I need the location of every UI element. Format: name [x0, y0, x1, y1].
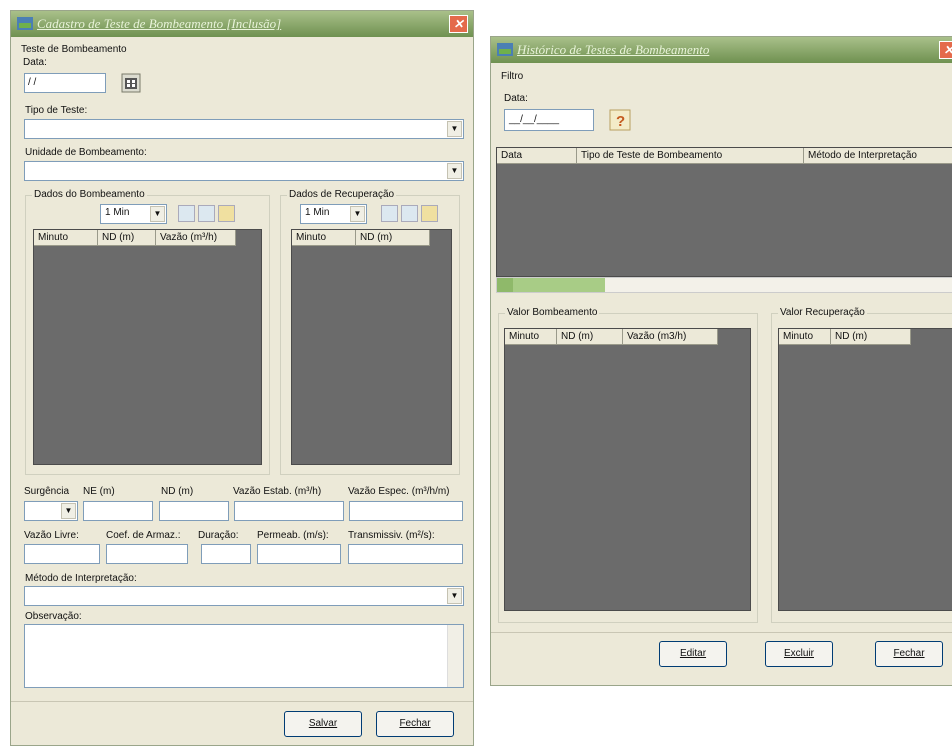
scroll-left-icon[interactable] [497, 278, 513, 292]
vazao-espec-field[interactable] [349, 501, 463, 521]
chevron-down-icon[interactable]: ▼ [61, 503, 76, 519]
delete-button[interactable]: Excluir [765, 641, 833, 667]
pumping-unit-label: Unidade de Bombeamento: [25, 147, 147, 158]
date-label: Data: [23, 57, 47, 68]
window-title: Cadastro de Teste de Bombeamento [Inclus… [37, 16, 282, 31]
edit-button[interactable]: Editar [659, 641, 727, 667]
chart-icon[interactable] [421, 205, 438, 222]
add-row-icon[interactable] [178, 205, 195, 222]
observation-label: Observação: [25, 611, 82, 622]
table-header: Minuto ND (m) Vazão (m3/h) [505, 329, 718, 345]
divider [11, 701, 473, 702]
title-bar[interactable]: Histórico de Testes de Bombeamento ✕ [491, 37, 952, 63]
scroll-thumb[interactable] [513, 278, 605, 292]
test-type-select[interactable]: ▼ [24, 119, 464, 139]
vazao-livre-field[interactable] [24, 544, 100, 564]
save-button[interactable]: Salvar [284, 711, 362, 737]
chevron-down-icon[interactable]: ▼ [350, 206, 365, 222]
chevron-down-icon[interactable]: ▼ [447, 163, 462, 179]
recovery-interval-select[interactable]: 1 Min ▼ [300, 204, 367, 224]
vazao-estab-field[interactable] [234, 501, 344, 521]
vazao-estab-label: Vazão Estab. (m³/h) [233, 486, 322, 497]
chart-icon[interactable] [218, 205, 235, 222]
transmissiv-field[interactable] [348, 544, 463, 564]
ne-label: NE (m) [83, 486, 115, 497]
chevron-down-icon[interactable]: ▼ [150, 206, 165, 222]
permeab-label: Permeab. (m/s): [257, 530, 329, 541]
scrollbar[interactable] [447, 625, 463, 687]
filter-label: Filtro [501, 71, 524, 82]
vazao-livre-label: Vazão Livre: [24, 530, 79, 541]
horizontal-scrollbar[interactable] [496, 277, 952, 293]
surgencia-select[interactable]: ▼ [24, 501, 78, 521]
close-icon[interactable]: ✕ [449, 15, 468, 33]
calendar-icon[interactable] [121, 73, 141, 93]
table-header: Minuto ND (m) Vazão (m³/h) [34, 230, 236, 246]
inclusion-window: Cadastro de Teste de Bombeamento [Inclus… [10, 10, 474, 746]
chevron-down-icon[interactable]: ▼ [447, 588, 462, 604]
coef-armaz-field[interactable] [106, 544, 188, 564]
history-table[interactable]: Data Tipo de Teste de Bombeamento Método… [496, 147, 952, 277]
add-row-icon[interactable] [381, 205, 398, 222]
recovery-values-table[interactable]: Minuto ND (m) [778, 328, 952, 611]
app-icon [497, 43, 513, 56]
duracao-field[interactable] [201, 544, 251, 564]
nd-field[interactable] [159, 501, 229, 521]
pumping-values-table[interactable]: Minuto ND (m) Vazão (m3/h) [504, 328, 751, 611]
table-header: Data Tipo de Teste de Bombeamento Método… [497, 148, 952, 164]
table-header: Minuto ND (m) [292, 230, 430, 246]
date-field[interactable]: __/__/____ [504, 109, 594, 131]
pumping-data-table[interactable]: Minuto ND (m) Vazão (m³/h) [33, 229, 262, 465]
nd-label: ND (m) [161, 486, 194, 497]
svg-text:?: ? [616, 113, 625, 130]
recovery-data-table[interactable]: Minuto ND (m) [291, 229, 452, 465]
close-button[interactable]: Fechar [875, 641, 943, 667]
ne-field[interactable] [83, 501, 153, 521]
surgencia-label: Surgência [24, 486, 70, 497]
chevron-down-icon[interactable]: ▼ [447, 121, 462, 137]
test-type-label: Tipo de Teste: [25, 105, 88, 116]
remove-row-icon[interactable] [401, 205, 418, 222]
close-icon[interactable]: ✕ [939, 41, 952, 59]
help-icon[interactable]: ? [609, 109, 631, 131]
app-icon [17, 17, 33, 30]
history-window: Histórico de Testes de Bombeamento ✕ Fil… [490, 36, 952, 686]
vazao-espec-label: Vazão Espec. (m³/h/m) [348, 486, 450, 497]
window-title: Histórico de Testes de Bombeamento [517, 42, 710, 57]
observation-textarea[interactable] [24, 624, 464, 688]
permeab-field[interactable] [257, 544, 341, 564]
close-button[interactable]: Fechar [376, 711, 454, 737]
date-field[interactable]: / / [24, 73, 106, 93]
table-header: Minuto ND (m) [779, 329, 911, 345]
recovery-data-title: Dados de Recuperação [287, 189, 397, 200]
pumping-unit-select[interactable]: ▼ [24, 161, 464, 181]
coef-armaz-label: Coef. de Armaz.: [106, 530, 181, 541]
transmissiv-label: Transmissiv. (m²/s): [348, 530, 435, 541]
pumping-data-title: Dados do Bombeamento [32, 189, 147, 200]
pumping-interval-select[interactable]: 1 Min ▼ [100, 204, 167, 224]
duracao-label: Duração: [198, 530, 239, 541]
pumping-values-title: Valor Bombeamento [505, 307, 600, 318]
title-bar[interactable]: Cadastro de Teste de Bombeamento [Inclus… [11, 11, 473, 37]
method-label: Método de Interpretação: [25, 573, 137, 584]
method-select[interactable]: ▼ [24, 586, 464, 606]
date-label: Data: [504, 93, 528, 104]
remove-row-icon[interactable] [198, 205, 215, 222]
test-group-label: Teste de Bombeamento [21, 44, 127, 55]
divider [491, 632, 952, 633]
recovery-values-title: Valor Recuperação [778, 307, 867, 318]
